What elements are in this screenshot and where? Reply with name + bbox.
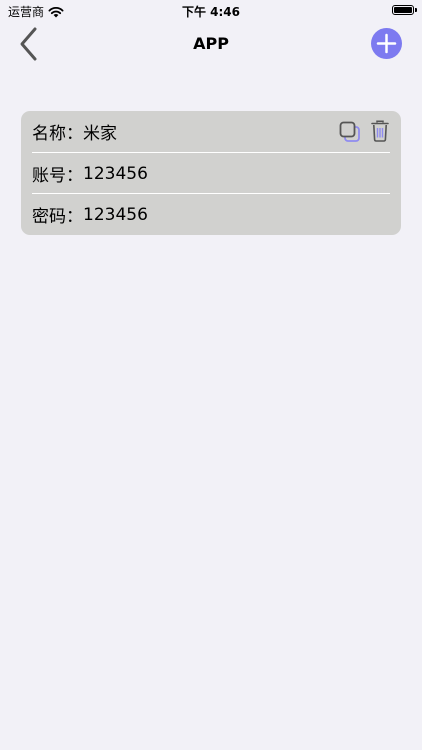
copy-button[interactable] [339,121,361,143]
account-card: 名称： 米家 账号： 123456 密码： 123456 [21,111,401,235]
password-label: 密码： [32,207,83,227]
name-label: 名称： [32,124,83,144]
plus-icon [376,33,397,54]
copy-icon [339,121,360,142]
page-title: APP [193,34,229,53]
navigation-bar: APP [0,22,422,66]
name-value: 米家 [83,124,117,144]
battery-icon [392,5,414,15]
status-bar: 运营商 下午 4:46 [0,0,422,22]
account-row: 账号： 123456 [32,153,390,194]
delete-button[interactable] [371,120,389,142]
add-button[interactable] [371,28,402,59]
account-label: 账号： [32,166,83,186]
status-time: 下午 4:46 [181,5,241,19]
password-value: 123456 [83,204,148,225]
battery-cap [415,8,417,12]
name-row: 名称： 米家 [32,111,390,152]
password-row: 密码： 123456 [32,194,390,235]
trash-icon [371,120,389,142]
account-value: 123456 [83,163,148,184]
